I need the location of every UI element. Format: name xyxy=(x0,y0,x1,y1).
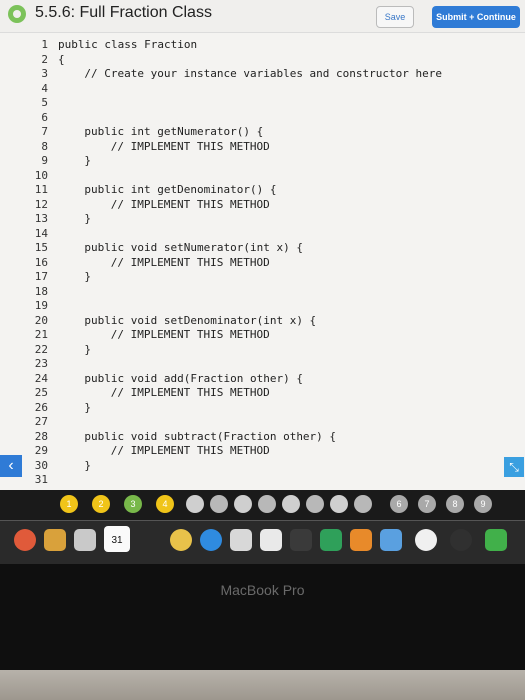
code-editor[interactable]: 1 2 3 4 5 6 7 8 9 10 11 12 13 14 15 16 17 18 19 20 21 22 23 24 2… xyxy=(14,34,519,490)
charts-icon[interactable] xyxy=(350,529,372,551)
app-store-icon[interactable] xyxy=(200,529,222,551)
code-line[interactable]: { xyxy=(58,53,65,66)
line-number: 11 xyxy=(34,183,48,196)
code-line[interactable]: public void subtract(Fraction other) { xyxy=(84,430,336,443)
numbers-icon[interactable] xyxy=(320,529,342,551)
progress-step-unlabeled[interactable] xyxy=(282,495,300,513)
progress-step-unlabeled[interactable] xyxy=(306,495,324,513)
line-number: 20 xyxy=(34,313,48,327)
code-line[interactable]: // IMPLEMENT THIS METHOD xyxy=(111,444,270,457)
preview-icon[interactable] xyxy=(230,529,252,551)
line-number: 21 xyxy=(34,328,48,341)
page-title: 5.5.6: Full Fraction Class xyxy=(35,4,212,21)
line-number: 1 xyxy=(41,38,48,51)
screen-sharing-icon[interactable] xyxy=(380,529,402,551)
progress-step[interactable]: 9 xyxy=(474,495,492,513)
progress-step[interactable]: 7 xyxy=(418,495,436,513)
line-number: 6 xyxy=(41,110,48,124)
code-line[interactable]: // IMPLEMENT THIS METHOD xyxy=(111,140,270,153)
progress-step-unlabeled[interactable] xyxy=(354,495,372,513)
code-line[interactable]: public int getNumerator() { xyxy=(84,125,263,138)
line-number: 18 xyxy=(34,284,48,298)
progress-step[interactable]: 8 xyxy=(446,495,464,513)
mail-icon[interactable] xyxy=(74,529,96,551)
progress-step[interactable]: 1 xyxy=(60,495,78,513)
progress-step[interactable]: 2 xyxy=(92,495,110,513)
code-line[interactable]: // IMPLEMENT THIS METHOD xyxy=(111,328,270,341)
code-line[interactable]: } xyxy=(84,212,91,225)
pages-icon[interactable] xyxy=(260,529,282,551)
calendar-icon[interactable]: 31 xyxy=(104,526,130,552)
code-line[interactable]: public int getDenominator() { xyxy=(84,183,276,196)
code-line[interactable]: public void add(Fraction other) { xyxy=(84,372,303,385)
line-number: 27 xyxy=(34,415,48,428)
photos-icon[interactable] xyxy=(170,529,192,551)
code-line[interactable]: // IMPLEMENT THIS METHOD xyxy=(111,198,270,211)
progress-step-unlabeled[interactable] xyxy=(330,495,348,513)
launchpad-icon[interactable] xyxy=(44,529,66,551)
back-arrow-icon[interactable]: ‹ xyxy=(0,455,22,477)
line-number: 19 xyxy=(34,299,48,312)
code-line[interactable]: } xyxy=(84,270,91,283)
line-number: 22 xyxy=(34,342,48,356)
progress-step[interactable]: 4 xyxy=(156,495,174,513)
chrome-icon[interactable] xyxy=(14,529,36,551)
progress-step-unlabeled[interactable] xyxy=(186,495,204,513)
save-button[interactable]: Save xyxy=(376,6,414,28)
line-number: 26 xyxy=(34,400,48,414)
progress-step-unlabeled[interactable] xyxy=(210,495,228,513)
quicktime-icon[interactable] xyxy=(450,529,472,551)
expand-icon[interactable]: ⤡ xyxy=(504,457,524,477)
line-number: 3 xyxy=(41,67,48,80)
code-line[interactable]: // Create your instance variables and co… xyxy=(84,67,442,80)
keynote-icon[interactable] xyxy=(290,529,312,551)
music-icon[interactable] xyxy=(415,529,437,551)
laptop-label: MacBook Pro xyxy=(220,582,305,598)
line-number: 7 xyxy=(41,125,48,138)
code-line[interactable]: // IMPLEMENT THIS METHOD xyxy=(111,386,270,399)
code-line[interactable]: public void setDenominator(int x) { xyxy=(84,314,316,327)
line-number: 13 xyxy=(34,212,48,225)
code-line[interactable]: public void setNumerator(int x) { xyxy=(84,241,303,254)
line-number: 12 xyxy=(34,197,48,211)
line-number: 24 xyxy=(34,371,48,385)
line-number: 4 xyxy=(41,81,48,95)
line-number: 8 xyxy=(41,139,48,153)
submit-continue-button[interactable]: Submit + Continue xyxy=(432,6,520,28)
line-number: 17 xyxy=(34,270,48,283)
line-number: 15 xyxy=(34,241,48,254)
line-number: 5 xyxy=(41,96,48,109)
code-line[interactable]: // IMPLEMENT THIS METHOD xyxy=(111,256,270,269)
line-number: 2 xyxy=(41,52,48,66)
progress-step[interactable]: 6 xyxy=(390,495,408,513)
code-line[interactable]: } xyxy=(84,459,91,472)
progress-step-unlabeled[interactable] xyxy=(258,495,276,513)
line-number: 9 xyxy=(41,154,48,167)
line-number: 23 xyxy=(34,357,48,370)
progress-step[interactable]: 3 xyxy=(124,495,142,513)
keyboard-function-row xyxy=(0,670,525,700)
line-number: 14 xyxy=(34,226,48,240)
qt-creator-icon[interactable] xyxy=(485,529,507,551)
dock: 31 xyxy=(0,520,525,565)
line-number: 28 xyxy=(34,429,48,443)
code-line[interactable]: } xyxy=(84,401,91,414)
line-number: 25 xyxy=(34,386,48,399)
top-bar: 5.5.6: Full Fraction Class Save Submit +… xyxy=(0,0,525,33)
progress-step-unlabeled[interactable] xyxy=(234,495,252,513)
code-line[interactable]: } xyxy=(84,343,91,356)
line-number: 16 xyxy=(34,255,48,269)
app-logo-icon xyxy=(8,5,26,23)
line-number: 10 xyxy=(34,168,48,182)
code-line[interactable]: public class Fraction xyxy=(58,38,197,51)
laptop-bezel: MacBook Pro xyxy=(0,564,525,700)
code-line[interactable]: } xyxy=(84,154,91,167)
screen: 5.5.6: Full Fraction Class Save Submit +… xyxy=(0,0,525,490)
progress-bar: 1234 6789 xyxy=(0,490,525,518)
